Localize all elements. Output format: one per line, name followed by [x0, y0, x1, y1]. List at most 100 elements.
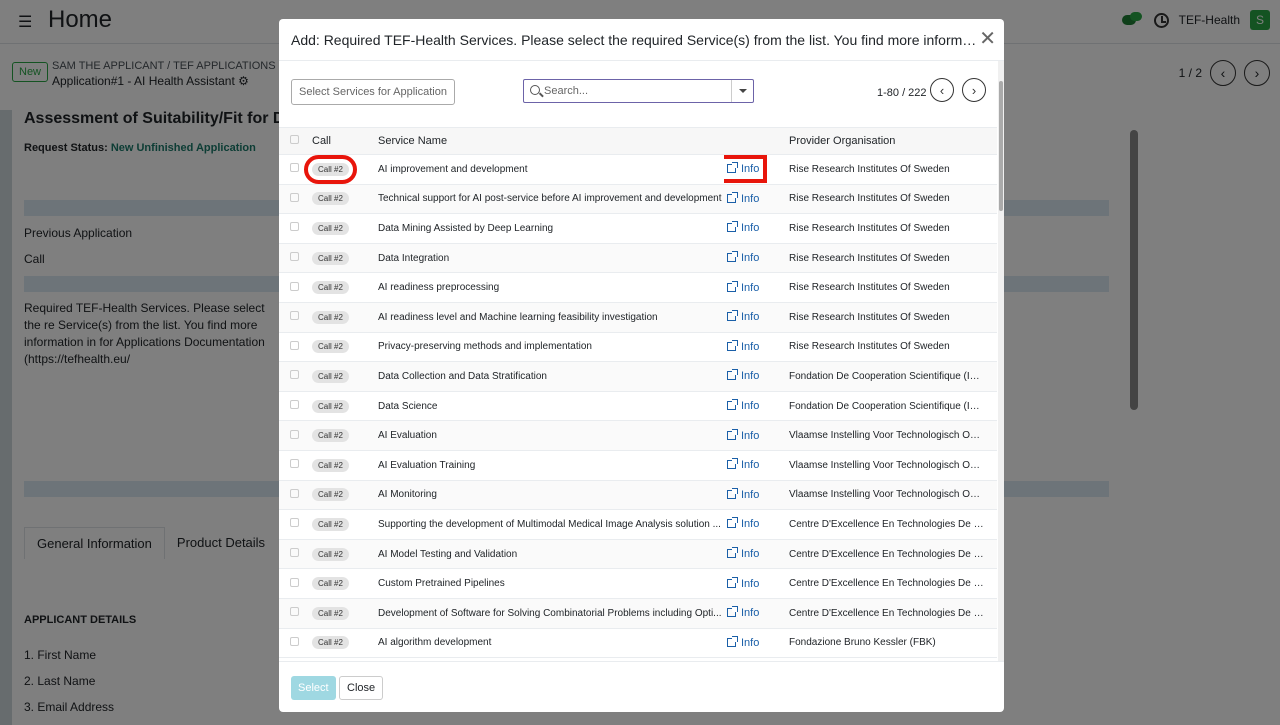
column-header-provider[interactable]: Provider Organisation [786, 127, 997, 155]
info-link[interactable]: Info [727, 339, 760, 353]
info-link[interactable]: Info [727, 191, 759, 205]
call-cell: Call #2 [301, 184, 378, 215]
info-link[interactable]: Info [727, 576, 760, 590]
table-row[interactable]: Call #2 Data Science Info Fondation De Coop… [279, 391, 997, 422]
next-page-button[interactable]: › [962, 78, 986, 102]
row-checkbox[interactable] [290, 163, 299, 173]
row-checkbox-cell [279, 184, 301, 215]
call-cell: Call #2 [301, 480, 378, 511]
call-cell: Call #2 [301, 598, 378, 629]
call-badge: Call #2 [312, 429, 349, 443]
row-checkbox[interactable] [290, 459, 299, 469]
table-row[interactable]: Call #2 Data Collection and Data Stratifi… [279, 361, 997, 392]
row-checkbox[interactable] [290, 192, 299, 202]
row-checkbox[interactable] [290, 607, 299, 617]
row-checkbox[interactable] [290, 370, 299, 380]
call-badge: Call #2 [312, 577, 349, 591]
external-link-icon [727, 162, 738, 174]
info-label: Info [741, 370, 760, 383]
service-name-cell: AI Evaluation Training [378, 450, 724, 481]
table-row[interactable]: Call #2 AI readiness preprocessing Info Ris… [279, 272, 997, 303]
row-checkbox[interactable] [290, 636, 299, 646]
row-checkbox[interactable] [290, 252, 299, 262]
service-name-cell: Data Science [378, 391, 724, 422]
info-link[interactable]: Info [727, 547, 759, 560]
external-link-icon [727, 310, 738, 322]
external-link-icon [727, 576, 738, 588]
provider-cell: Fondation De Cooperation Scientifique (I… [786, 361, 997, 392]
table-row[interactable]: Call #2 Data Mining Assisted by Deep Lear… [279, 213, 997, 244]
info-link[interactable]: Info [727, 369, 760, 383]
previous-page-button[interactable]: ‹ [930, 78, 954, 102]
row-checkbox[interactable] [290, 400, 299, 410]
row-checkbox[interactable] [290, 429, 299, 439]
info-link[interactable]: Info [727, 487, 759, 501]
info-link[interactable]: Info [727, 221, 759, 234]
info-cell: Info [724, 450, 786, 481]
row-checkbox-cell [279, 598, 301, 629]
info-cell: Info [724, 628, 786, 659]
call-cell: Call #2 [301, 539, 378, 570]
row-checkbox[interactable] [290, 340, 299, 350]
search-options-dropdown[interactable] [731, 80, 753, 102]
dialog-header: Add: Required TEF-Health Services. Pleas… [279, 19, 1004, 61]
row-checkbox[interactable] [290, 281, 299, 291]
info-link[interactable]: Info [727, 458, 759, 471]
select-all-checkbox[interactable] [290, 135, 299, 144]
row-checkbox[interactable] [290, 488, 299, 498]
table-row[interactable]: Call #2 AI Evaluation Training Info Vlaamse… [279, 450, 997, 481]
table-row[interactable]: Call #2 Privacy-preserving methods and im… [279, 332, 997, 363]
table-row[interactable]: Call #2 Development of Software for Solvi… [279, 598, 997, 629]
search-input[interactable]: Search... [523, 79, 754, 103]
table-row[interactable]: Call #2 AI Model Testing and Validation In… [279, 539, 997, 570]
select-services-button[interactable]: Select Services for Application [291, 79, 455, 105]
provider-cell: Rise Research Institutes Of Sweden [786, 184, 997, 215]
table-row[interactable]: Call #2 Supporting the development of Mul… [279, 509, 997, 540]
table-row[interactable]: Call #2 AI Monitoring Info Vlaamse Instelli… [279, 480, 997, 511]
row-checkbox[interactable] [290, 222, 299, 232]
table-row[interactable]: Call #2 Data Integration Info Rise Research… [279, 243, 997, 274]
column-header-call[interactable]: Call [301, 127, 378, 155]
info-link[interactable]: Info [727, 517, 759, 530]
row-checkbox[interactable] [290, 548, 299, 558]
provider-cell: Fondation De Cooperation Scientifique (I… [786, 391, 997, 422]
row-checkbox[interactable] [290, 311, 299, 321]
info-link[interactable]: Info [727, 280, 759, 294]
info-link[interactable]: Info [727, 428, 759, 442]
table-row[interactable]: Call #2 AI improvement and development Inf… [279, 154, 997, 185]
close-button[interactable]: Close [339, 676, 384, 700]
scrollbar-thumb[interactable] [999, 81, 1003, 211]
row-checkbox-cell [279, 361, 301, 392]
external-link-icon [727, 339, 738, 351]
info-link[interactable]: Info [724, 155, 768, 184]
info-link[interactable]: Info [727, 606, 759, 619]
info-label: Info [741, 577, 760, 590]
info-link[interactable]: Info [727, 399, 760, 413]
table-row[interactable]: Call #2 Custom Pretrained Pipelines Info Ce… [279, 568, 997, 599]
info-cell: Info [724, 302, 786, 333]
service-name-cell: Data Integration [378, 243, 724, 274]
close-icon[interactable]: ✕ [979, 29, 996, 49]
info-link[interactable]: Info [727, 635, 759, 649]
select-button[interactable]: Select [291, 676, 336, 700]
row-checkbox[interactable] [290, 577, 299, 587]
info-label: Info [741, 163, 760, 176]
table-row[interactable]: Call #2 Technical support for AI post-ser… [279, 184, 997, 215]
table-row[interactable]: Call #2 AI algorithm development Info Fonda… [279, 628, 997, 659]
service-name-cell: Data Mining Assisted by Deep Learning [378, 213, 724, 244]
info-link[interactable]: Info [727, 251, 759, 264]
call-badge: Call #2 [312, 192, 349, 206]
external-link-icon [727, 191, 738, 203]
external-link-icon [727, 399, 738, 411]
table-row[interactable]: Call #2 AI readiness level and Machine le… [279, 302, 997, 333]
dialog-scrollbar[interactable] [998, 61, 1004, 661]
info-label: Info [741, 400, 760, 413]
info-label: Info [741, 340, 760, 353]
column-header-service-name[interactable]: Service Name [378, 127, 724, 155]
table-row[interactable]: Call #2 AI Evaluation Info Vlaamse Instelli… [279, 420, 997, 451]
call-badge: Call #2 [312, 221, 349, 235]
service-name-cell: Technical support for AI post-service be… [378, 184, 724, 215]
row-checkbox-cell [279, 272, 301, 303]
row-checkbox[interactable] [290, 518, 299, 528]
info-link[interactable]: Info [727, 310, 759, 323]
